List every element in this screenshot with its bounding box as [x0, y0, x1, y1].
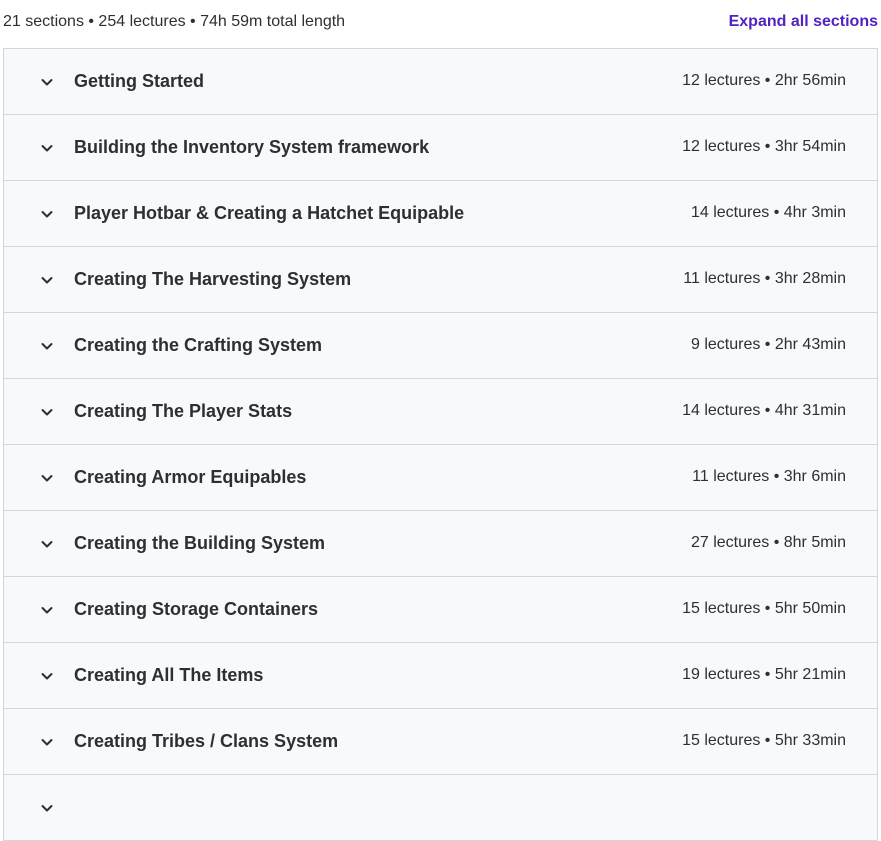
section-list: Getting Started 12 lectures • 2hr 56min Bu…	[3, 48, 878, 841]
section-meta: 15 lectures • 5hr 50min	[682, 600, 846, 617]
section-row[interactable]: Creating The Harvesting System 11 lecture…	[4, 247, 877, 313]
section-meta: 15 lectures • 5hr 33min	[682, 732, 846, 749]
section-row[interactable]	[4, 775, 877, 841]
curriculum-header: 21 sections • 254 lectures • 74h 59m tot…	[0, 0, 881, 46]
chevron-down-icon	[39, 140, 55, 156]
section-title: Creating Tribes / Clans System	[74, 731, 339, 751]
course-summary: 21 sections • 254 lectures • 74h 59m tot…	[3, 13, 346, 30]
section-row[interactable]: Building the Inventory System framework 1…	[4, 115, 877, 181]
section-title: Creating All The Items	[74, 665, 264, 685]
section-title: Player Hotbar & Creating a Hatchet Equip…	[74, 203, 465, 223]
chevron-down-icon	[39, 404, 55, 420]
section-row[interactable]: Player Hotbar & Creating a Hatchet Equip…	[4, 181, 877, 247]
section-meta: 12 lectures • 3hr 54min	[682, 138, 846, 155]
section-row[interactable]: Creating the Crafting System 9 lectures •…	[4, 313, 877, 379]
section-row[interactable]: Creating All The Items 19 lectures • 5hr …	[4, 643, 877, 709]
section-row[interactable]: Creating The Player Stats 14 lectures • 4…	[4, 379, 877, 445]
chevron-down-icon	[39, 668, 55, 684]
chevron-down-icon	[39, 272, 55, 288]
section-meta: 11 lectures • 3hr 6min	[692, 468, 846, 485]
section-title: Creating The Player Stats	[74, 401, 293, 421]
section-row[interactable]: Creating Armor Equipables 11 lectures • 3…	[4, 445, 877, 511]
section-row[interactable]: Creating the Building System 27 lectures …	[4, 511, 877, 577]
section-title: Creating Armor Equipables	[74, 467, 307, 487]
chevron-down-icon	[39, 536, 55, 552]
chevron-down-icon	[39, 734, 55, 750]
section-row[interactable]: Creating Tribes / Clans System 15 lecture…	[4, 709, 877, 775]
section-title: Getting Started	[74, 71, 205, 91]
section-title: Creating The Harvesting System	[74, 269, 352, 289]
section-meta: 9 lectures • 2hr 43min	[690, 336, 846, 353]
section-row[interactable]: Getting Started 12 lectures • 2hr 56min	[4, 49, 877, 115]
section-title: Building the Inventory System framework	[74, 137, 430, 157]
section-meta: 11 lectures • 3hr 28min	[683, 270, 846, 287]
section-title: Creating the Building System	[74, 533, 326, 553]
expand-all-sections-button[interactable]: Expand all sections	[729, 13, 878, 31]
chevron-down-icon	[39, 470, 55, 486]
chevron-down-icon	[39, 338, 55, 354]
section-meta: 27 lectures • 8hr 5min	[690, 534, 846, 551]
chevron-down-icon	[39, 800, 55, 816]
section-meta: 19 lectures • 5hr 21min	[682, 666, 846, 683]
section-meta: 12 lectures • 2hr 56min	[682, 72, 846, 89]
section-meta: 14 lectures • 4hr 31min	[682, 402, 846, 419]
section-title: Creating Storage Containers	[74, 599, 319, 619]
chevron-down-icon	[39, 206, 55, 222]
section-row[interactable]: Creating Storage Containers 15 lectures •…	[4, 577, 877, 643]
section-title: Creating the Crafting System	[74, 335, 323, 355]
section-meta: 14 lectures • 4hr 3min	[690, 204, 846, 221]
chevron-down-icon	[39, 74, 55, 90]
chevron-down-icon	[39, 602, 55, 618]
